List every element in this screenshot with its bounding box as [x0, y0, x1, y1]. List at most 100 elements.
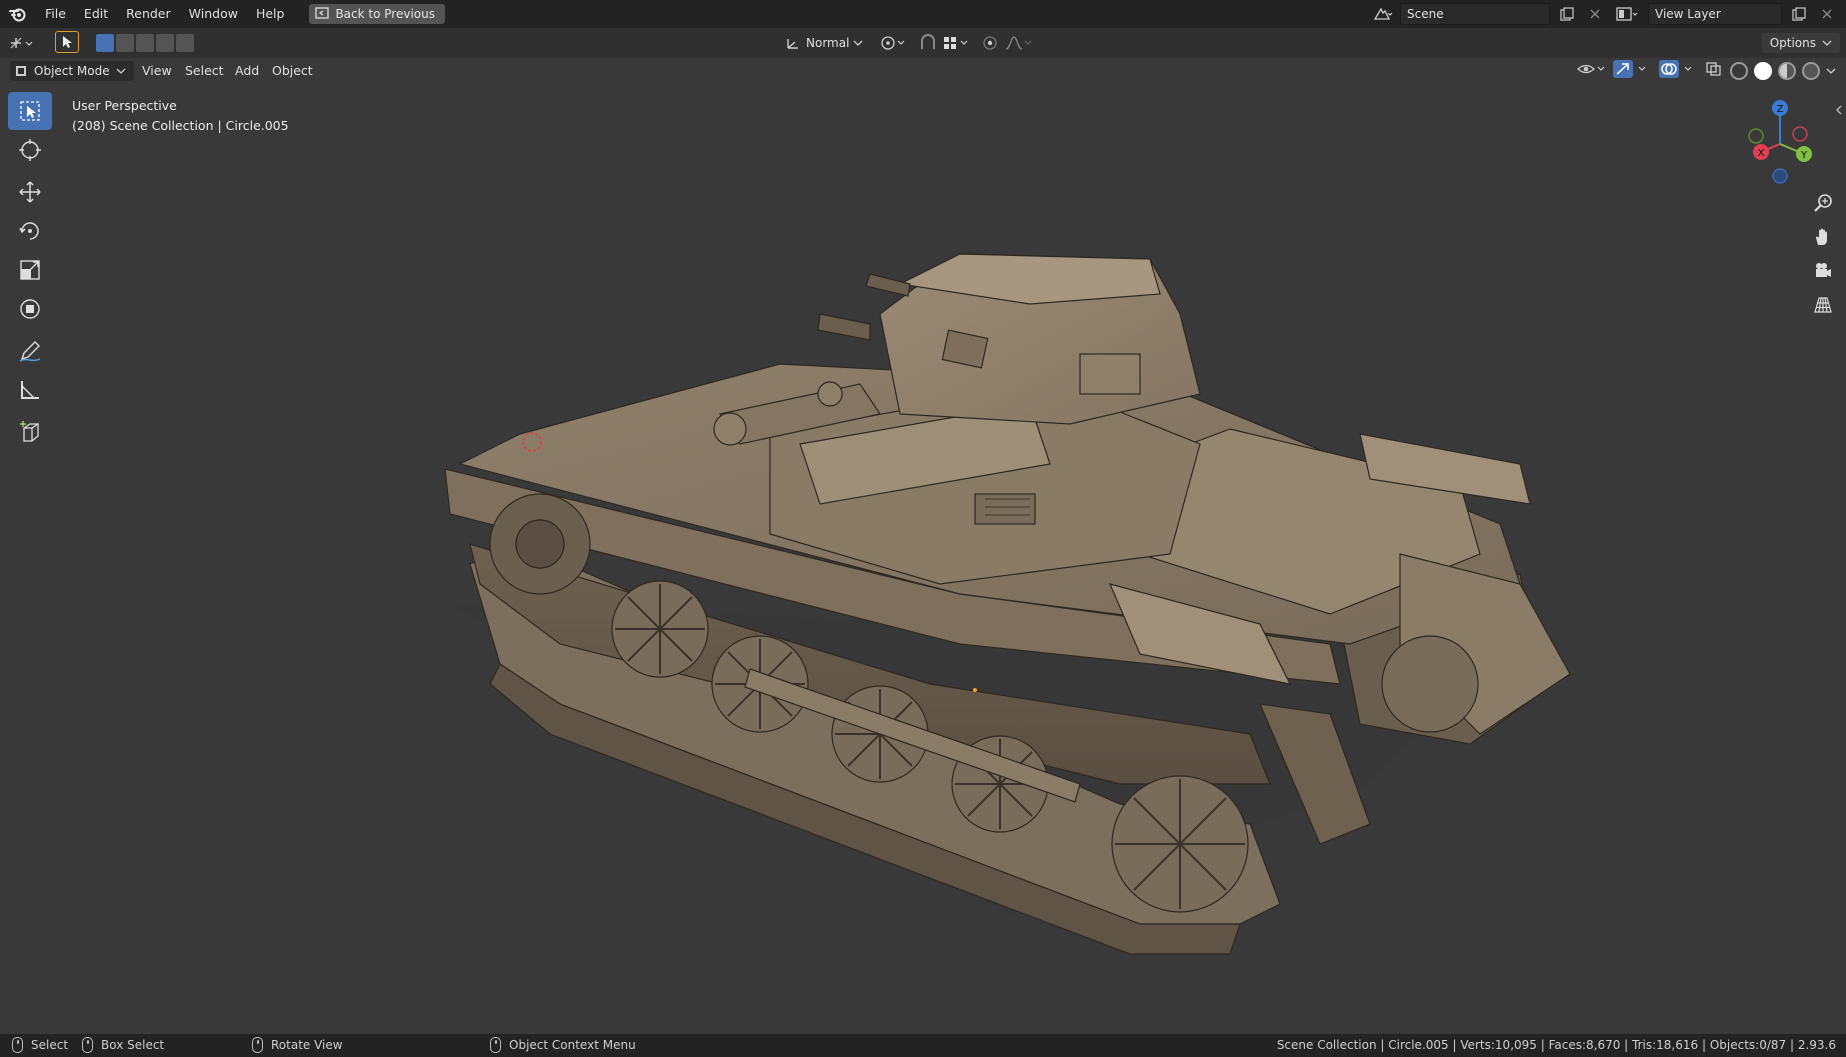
viewport-menu-object[interactable]: Object	[272, 61, 313, 81]
status-select-label: Select	[31, 1038, 69, 1052]
move-tool[interactable]	[8, 173, 52, 211]
solid-shading-icon[interactable]	[1754, 61, 1772, 80]
visibility-eye-icon[interactable]	[1576, 61, 1606, 80]
menu-render[interactable]: Render	[117, 0, 180, 28]
zoom-magnifier-icon[interactable]	[1808, 186, 1838, 220]
mode-intersect-button[interactable]	[176, 34, 194, 52]
selection-mode-buttons	[96, 33, 194, 53]
status-bar: Select Box Select Rotate View Object Con…	[0, 1034, 1846, 1057]
select-box-tool[interactable]	[8, 92, 52, 130]
camera-view-icon[interactable]	[1808, 254, 1838, 288]
gizmo-neg-x-axis[interactable]	[1792, 126, 1808, 142]
snap-increment-icon[interactable]	[942, 33, 972, 53]
pan-hand-icon[interactable]	[1808, 220, 1838, 254]
scene-name: Scene	[1407, 7, 1444, 21]
material-preview-icon[interactable]	[1778, 61, 1796, 80]
menu-help[interactable]: Help	[247, 0, 294, 28]
select-box-icon	[20, 101, 40, 121]
active-tool-selector[interactable]	[55, 31, 79, 53]
shading-options-chevron-icon[interactable]	[1826, 64, 1836, 78]
navigation-gizmo[interactable]: Z Y X	[1732, 96, 1828, 192]
top-bar-right: Scene View Layer	[1372, 3, 1838, 25]
delete-scene-icon[interactable]	[1584, 3, 1606, 25]
xray-toggle-icon[interactable]	[1704, 60, 1724, 81]
add-cube-tool[interactable]	[8, 413, 52, 451]
measure-tool[interactable]	[8, 371, 52, 409]
view-layer-field[interactable]: View Layer	[1648, 3, 1782, 25]
menu-window[interactable]: Window	[180, 0, 247, 28]
perspective-grid-icon[interactable]	[1808, 288, 1838, 322]
view-layer-selector-icon[interactable]	[1612, 3, 1642, 25]
editor-type-icon[interactable]	[8, 33, 38, 53]
gizmo-y-label: Y	[1800, 150, 1808, 161]
status-select-hint: Select	[12, 1037, 68, 1053]
menu-file[interactable]: File	[36, 0, 75, 28]
annotate-tool[interactable]	[8, 332, 52, 370]
left-mouse-icon	[12, 1037, 23, 1053]
transform-tool[interactable]	[8, 290, 52, 328]
cursor-tool[interactable]	[8, 131, 52, 169]
annotate-pencil-icon	[19, 341, 41, 362]
sidebar-toggle-icon[interactable]	[1834, 104, 1844, 119]
status-context-menu-hint: Object Context Menu	[490, 1037, 636, 1053]
gizmo-toggle-icon[interactable]	[1612, 60, 1652, 81]
select-tool-icon	[55, 31, 79, 53]
orientation-value: Normal	[806, 36, 850, 50]
object-origin-point	[973, 688, 977, 692]
tank-model[interactable]	[444, 253, 1571, 955]
transform-orientation-dropdown[interactable]: Normal	[786, 33, 863, 53]
pivot-point-icon[interactable]	[880, 33, 910, 53]
viewport-menu-add[interactable]: Add	[235, 61, 259, 81]
viewport-menu-view[interactable]: View	[142, 61, 172, 81]
scale-tool[interactable]	[8, 251, 52, 289]
options-label: Options	[1769, 36, 1816, 50]
top-bar: File Edit Render Window Help Back to Pre…	[0, 0, 1846, 28]
perspective-label: User Perspective	[72, 98, 177, 113]
back-to-previous-button[interactable]: Back to Previous	[309, 4, 445, 24]
cursor-icon	[19, 139, 41, 161]
options-dropdown[interactable]: Options	[1761, 33, 1840, 53]
gizmo-neg-y-axis[interactable]	[1748, 128, 1764, 144]
rotate-icon	[19, 222, 39, 240]
snap-toggle-icon[interactable]	[918, 33, 938, 53]
measure-ruler-icon	[21, 381, 39, 399]
wireframe-shading-icon[interactable]	[1730, 61, 1748, 80]
new-view-layer-icon[interactable]	[1788, 3, 1810, 25]
orientation-icon	[787, 39, 798, 49]
chevron-down-icon	[853, 40, 863, 46]
gizmo-neg-z-axis[interactable]	[1772, 168, 1788, 184]
overlays-toggle-icon[interactable]	[1658, 60, 1698, 81]
menu-edit[interactable]: Edit	[75, 0, 117, 28]
rotate-tool[interactable]	[8, 212, 52, 250]
viewport-header: Object Mode View Select Add Object	[0, 58, 1846, 84]
viewport-menu-select[interactable]: Select	[185, 61, 224, 81]
mode-subtract-button[interactable]	[136, 34, 154, 52]
move-arrows-icon	[19, 181, 41, 203]
scene-statistics: Scene Collection | Circle.005 | Verts:10…	[1276, 1038, 1836, 1052]
tool-header: Normal Options	[0, 28, 1846, 58]
scene-selector-icon[interactable]	[1372, 3, 1394, 25]
gizmo-z-label: Z	[1777, 104, 1784, 115]
viewport-3d-scene[interactable]	[0, 84, 1846, 1034]
collection-info-label: (208) Scene Collection | Circle.005	[72, 118, 289, 133]
mode-set-button[interactable]	[96, 34, 114, 52]
falloff-curve-icon[interactable]	[1004, 33, 1034, 53]
status-context-menu-label: Object Context Menu	[509, 1038, 636, 1052]
blender-logo-icon[interactable]	[0, 0, 36, 28]
object-mode-label: Object Mode	[34, 64, 110, 78]
mode-invert-button[interactable]	[156, 34, 174, 52]
status-rotate-view-hint: Rotate View	[252, 1037, 343, 1053]
scene-name-field[interactable]: Scene	[1400, 3, 1550, 25]
mode-extend-button[interactable]	[116, 34, 134, 52]
rendered-shading-icon[interactable]	[1802, 61, 1820, 80]
proportional-editing-icon[interactable]	[980, 33, 1000, 53]
left-toolbar	[8, 92, 52, 452]
status-box-select-label: Box Select	[101, 1038, 165, 1052]
object-mode-dropdown[interactable]: Object Mode	[10, 61, 134, 81]
chevron-down-icon	[116, 68, 126, 74]
back-to-previous-label: Back to Previous	[335, 7, 435, 21]
status-rotate-view-label: Rotate View	[271, 1038, 343, 1052]
left-mouse-drag-icon	[82, 1037, 93, 1053]
new-scene-icon[interactable]	[1556, 3, 1578, 25]
delete-view-layer-icon[interactable]	[1816, 3, 1838, 25]
